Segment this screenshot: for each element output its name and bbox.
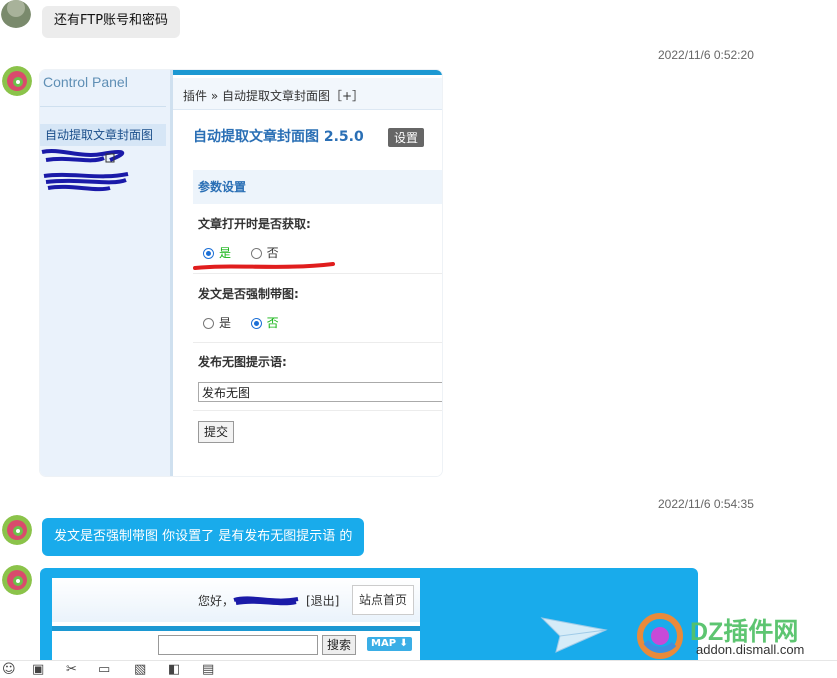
field-label: 文章打开时是否获取:	[198, 217, 311, 231]
message-text: 发文是否强制带图 你设置了 是有发布无图提示语 的	[54, 529, 353, 544]
radio-yes	[203, 318, 214, 329]
avatar-cake-icon	[2, 515, 32, 545]
avatar-cake-icon	[2, 66, 32, 96]
message-timestamp: 2022/11/6 0:52:20	[658, 48, 754, 62]
greeting-text: 您好，	[198, 594, 235, 608]
radio-no-label: 否	[266, 246, 279, 260]
control-panel-title: Control Panel	[43, 74, 128, 90]
site-home-link: 站点首页	[352, 585, 414, 615]
message-text: 还有FTP账号和密码	[54, 13, 169, 28]
avatar-photo-icon	[1, 0, 31, 28]
red-underline-mark-icon	[193, 262, 335, 270]
radio-no-label: 否	[266, 316, 279, 330]
sidebar-item-plugin: 自动提取文章封面图	[40, 124, 166, 146]
avatar[interactable]	[2, 66, 32, 96]
search-button: 搜索	[322, 635, 356, 655]
avatar-cake-icon	[2, 565, 32, 595]
radio-group: 是 否	[203, 244, 279, 261]
avatar[interactable]	[1, 0, 31, 28]
divider	[193, 342, 442, 343]
divider	[193, 273, 442, 274]
forum-screenshot: 您好， [退出] 站点首页 搜索 MAP ⬇	[52, 578, 420, 668]
divider	[193, 410, 442, 411]
settings-button: 设置	[388, 128, 425, 147]
scissors-icon[interactable]: ✂	[66, 662, 77, 677]
input-toolbar	[0, 660, 837, 678]
emoji-icon[interactable]: ☺	[2, 662, 16, 677]
top-accent-bar	[173, 70, 442, 75]
control-panel-main: 插件 » 自动提取文章封面图［+］ 自动提取文章封面图 2.5.0 设置 参数设…	[170, 70, 442, 476]
watermark-domain: addon.dismall.com	[696, 642, 805, 657]
avatar[interactable]	[2, 565, 32, 595]
screenshot-icon[interactable]: ▣	[32, 662, 44, 677]
arrow-down-icon: ⬇	[399, 638, 408, 649]
map-button: MAP ⬇	[367, 637, 412, 651]
avatar[interactable]	[2, 515, 32, 545]
forum-search-input	[158, 635, 318, 655]
control-panel-sidebar: Control Panel 自动提取文章封面图	[40, 70, 170, 476]
more-icon[interactable]: ▤	[202, 662, 214, 677]
forum-accent-bar	[52, 626, 420, 631]
paper-plane-icon	[540, 617, 608, 653]
radio-yes-label: 是	[219, 246, 232, 260]
redaction-scribble-icon	[233, 596, 299, 606]
radio-yes-label: 是	[219, 316, 232, 330]
section-header: 参数设置	[193, 170, 442, 204]
map-button-label: MAP	[371, 638, 397, 649]
redaction-scribble-icon	[41, 149, 129, 192]
message-timestamp: 2022/11/6 0:54:35	[658, 497, 754, 511]
dismall-logo-icon	[637, 613, 683, 659]
screenshot-image[interactable]: Control Panel 自动提取文章封面图 插件 » 自动提取文章封面图［+…	[40, 70, 442, 476]
divider	[40, 106, 166, 107]
field-label: 发文是否强制带图:	[198, 287, 299, 301]
radio-no	[250, 318, 262, 329]
image-icon[interactable]: ▧	[134, 662, 146, 677]
field-label: 发布无图提示语:	[198, 355, 287, 369]
message-bubble[interactable]: 发文是否强制带图 你设置了 是有发布无图提示语 的	[42, 518, 365, 556]
logout-link: [退出]	[306, 594, 340, 608]
submit-button: 提交	[198, 421, 234, 443]
message-bubble[interactable]: 还有FTP账号和密码	[42, 6, 181, 38]
radio-yes	[203, 248, 214, 259]
plugin-title: 自动提取文章封面图 2.5.0	[193, 129, 364, 145]
radio-group: 是 否	[203, 314, 279, 331]
shake-icon[interactable]: ◧	[168, 662, 180, 677]
folder-icon[interactable]: ▭	[98, 662, 110, 677]
radio-no	[250, 248, 262, 259]
breadcrumb: 插件 » 自动提取文章封面图［+］	[173, 78, 442, 110]
no-image-prompt-field: 发布无图	[198, 382, 442, 402]
